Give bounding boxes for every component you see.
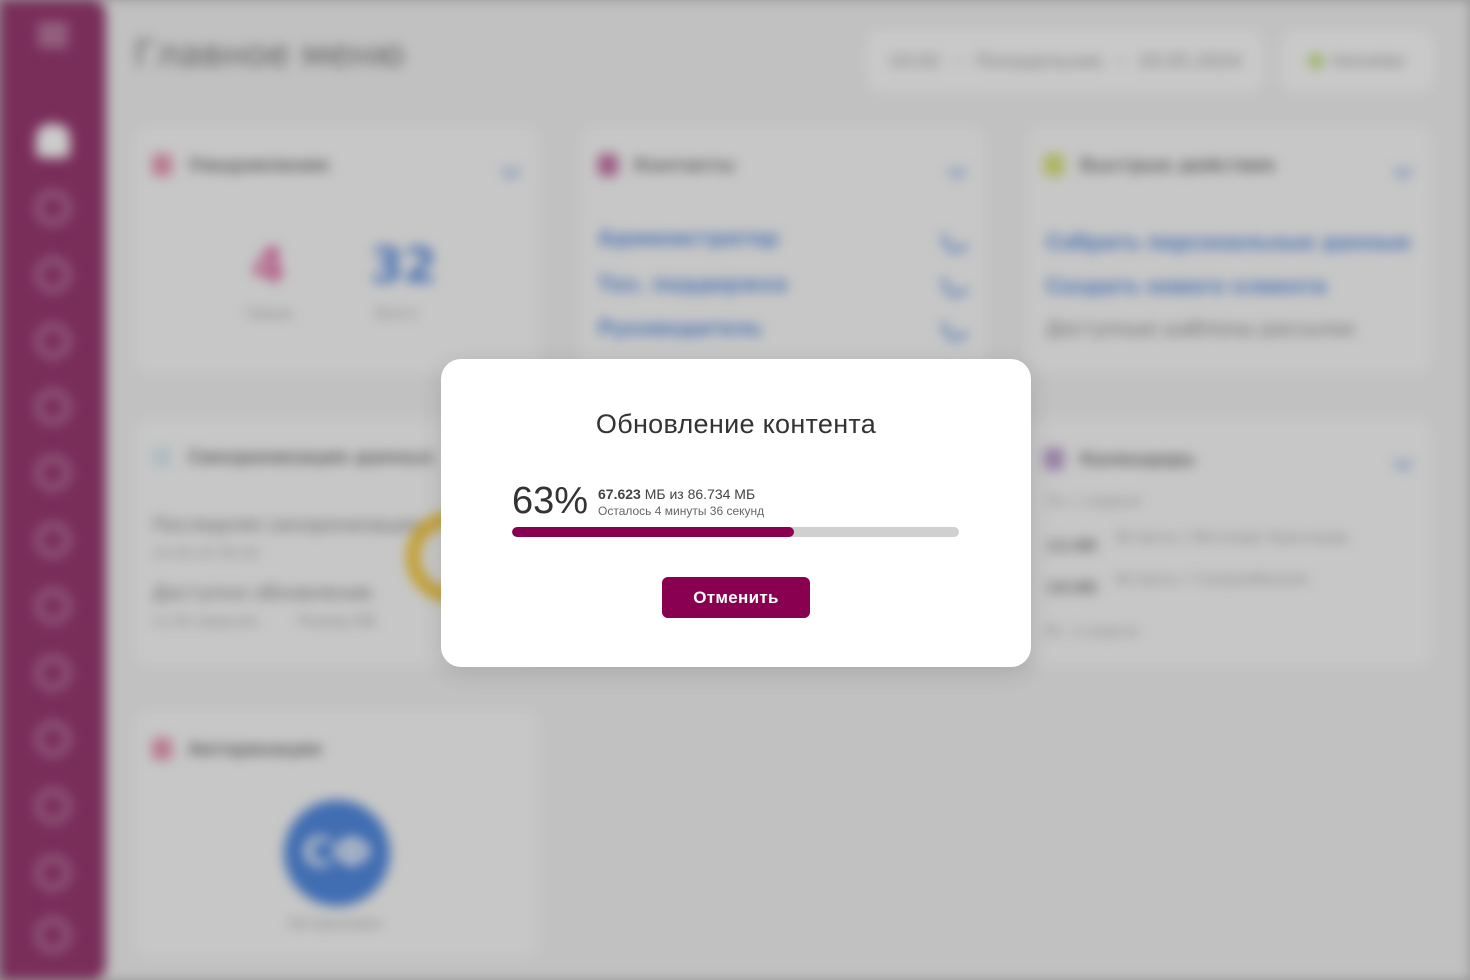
time-remaining: Осталось 4 минуты 36 секунд [598, 504, 765, 518]
progress-percent: 63% [512, 480, 589, 522]
download-size: 67.623 МБ из 86.734 МБ [598, 486, 755, 502]
update-dialog: Обновление контента 63% 67.623 МБ из 86.… [441, 359, 1031, 667]
downloaded-amount: 67.623 [598, 486, 641, 502]
total-size: МБ из 86.734 МБ [644, 486, 756, 502]
progress-fill [512, 527, 794, 537]
progress-bar [512, 527, 959, 537]
cancel-button[interactable]: Отменить [662, 577, 810, 618]
dialog-title: Обновление контента [595, 409, 877, 439]
